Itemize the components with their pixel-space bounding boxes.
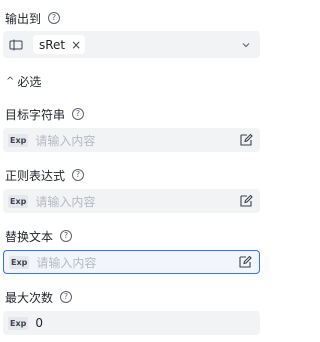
output-tag-label: sRet — [39, 37, 66, 52]
max-count-input[interactable]: 0 — [35, 316, 260, 330]
section-title: 必选 — [17, 75, 42, 89]
field-label-row: 最大次数 ? — [5, 289, 73, 305]
edit-icon[interactable] — [239, 133, 253, 147]
help-icon[interactable]: ? — [48, 12, 61, 24]
output-select[interactable]: sRet × — [3, 31, 260, 58]
exp-badge[interactable]: Exp — [8, 194, 29, 208]
field-label-row: 替换文本 ? — [5, 228, 73, 244]
field-label-row: 正则表达式 ? — [5, 167, 85, 183]
chevron-down-icon[interactable] — [241, 40, 251, 50]
edit-icon[interactable] — [238, 255, 252, 269]
close-icon[interactable]: × — [71, 38, 81, 52]
field-label-row: 目标字符串 ? — [5, 106, 85, 122]
help-icon[interactable]: ? — [60, 291, 73, 303]
max-count-label: 最大次数 — [5, 290, 54, 305]
regex-field[interactable]: Exp 请输入内容 — [3, 189, 260, 213]
target-string-field[interactable]: Exp 请输入内容 — [3, 128, 260, 152]
edit-icon[interactable] — [239, 194, 253, 208]
replace-text-label: 替换文本 — [5, 229, 54, 244]
regex-input[interactable]: 请输入内容 — [35, 193, 239, 210]
chevron-up-icon: ^ — [6, 76, 15, 87]
help-icon[interactable]: ? — [72, 169, 85, 181]
output-label-row: 输出到 ? — [5, 10, 61, 26]
help-icon[interactable]: ? — [60, 230, 73, 242]
max-count-field[interactable]: Exp 0 — [3, 311, 260, 335]
replace-text-field[interactable]: Exp 请输入内容 — [3, 250, 260, 274]
variable-icon — [9, 39, 23, 50]
exp-badge[interactable]: Exp — [8, 316, 29, 330]
replace-text-input[interactable]: 请输入内容 — [36, 254, 238, 271]
exp-badge[interactable]: Exp — [9, 255, 30, 269]
target-string-label: 目标字符串 — [5, 107, 66, 122]
exp-badge[interactable]: Exp — [8, 133, 29, 147]
output-tag: sRet × — [33, 35, 86, 54]
help-icon[interactable]: ? — [72, 108, 85, 120]
target-string-input[interactable]: 请输入内容 — [35, 132, 239, 149]
regex-label: 正则表达式 — [5, 168, 66, 183]
section-toggle[interactable]: ^ 必选 — [6, 73, 41, 90]
output-label: 输出到 — [5, 11, 42, 26]
